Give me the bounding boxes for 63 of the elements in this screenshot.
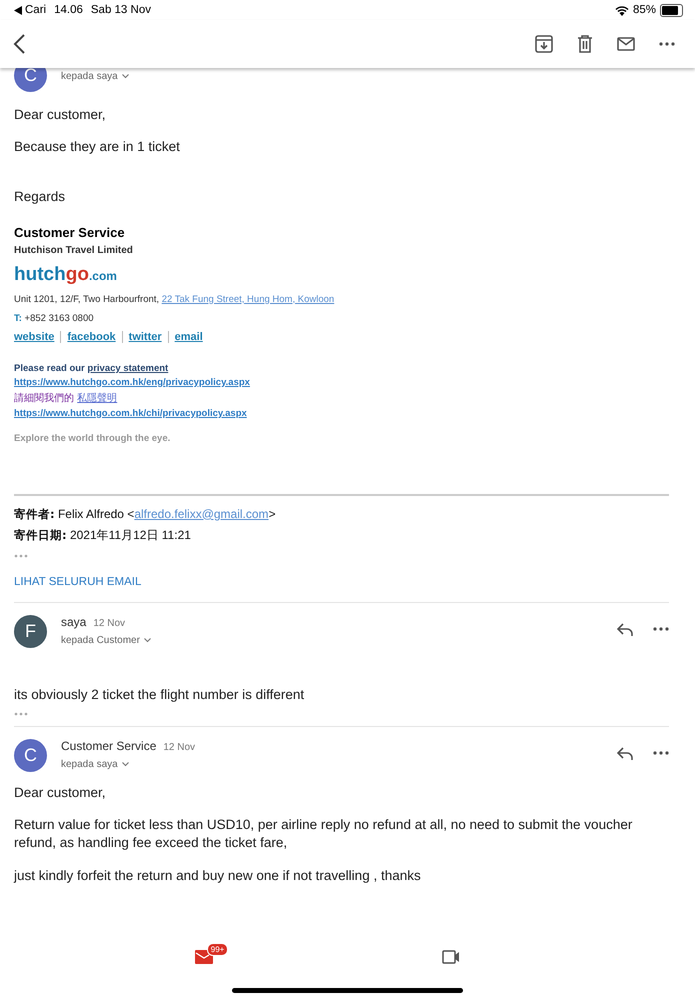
- battery-icon: [660, 4, 683, 16]
- more-icon[interactable]: [653, 751, 669, 756]
- recipient-toggle[interactable]: kepada Customer: [61, 634, 617, 646]
- status-time: 14.06: [54, 4, 83, 16]
- privacy-text: Please read our: [14, 362, 86, 374]
- social-link[interactable]: twitter: [128, 330, 162, 343]
- company-name: Hutchison Travel Limited: [14, 244, 134, 256]
- sender-name: Customer Service: [61, 738, 156, 753]
- address-link[interactable]: 22 Tak Fung Street, Hung Hom, Kowloon: [162, 294, 334, 305]
- privacy-url[interactable]: https://www.hutchgo.com.hk/eng/privacypolicy.aspx: [14, 376, 669, 388]
- sender-name: saya: [61, 614, 86, 629]
- chevron-down-icon[interactable]: [122, 762, 129, 767]
- privacy-url[interactable]: https://www.hutchgo.com.hk/chi/privacypolicy.aspx: [14, 408, 669, 419]
- mail-icon[interactable]: [194, 950, 213, 964]
- signature-name: Customer Service: [14, 224, 126, 240]
- phone-label: T:: [14, 312, 22, 324]
- battery-percent: 85%: [632, 4, 656, 16]
- reply-icon[interactable]: [617, 746, 633, 760]
- status-date: Sab 13 Nov: [90, 4, 151, 16]
- reply-icon[interactable]: [617, 622, 633, 636]
- back-icon[interactable]: [12, 34, 26, 54]
- archive-icon[interactable]: [535, 35, 553, 53]
- sent-date: 2021年11月12日 11:21: [68, 528, 191, 542]
- social-link[interactable]: email: [174, 330, 203, 343]
- chevron-down-icon[interactable]: [144, 638, 151, 643]
- sender-address-link[interactable]: alfredo.felixx@gmail.com: [134, 506, 269, 521]
- show-all-link[interactable]: LIHAT SELURUH EMAIL: [14, 576, 142, 602]
- avatar: C: [14, 738, 47, 772]
- body-text: its obviously 2 ticket the flight number is different: [14, 686, 306, 704]
- chevron-down-icon[interactable]: [122, 74, 129, 79]
- message-date: 12 Nov: [163, 742, 196, 753]
- tagline: Explore the world through the eye.: [14, 432, 172, 444]
- company-logo: hutchgo.com: [14, 264, 118, 286]
- social-link[interactable]: facebook: [67, 330, 116, 343]
- from-label: 寄件者:: [14, 506, 55, 521]
- back-triangle-icon[interactable]: [14, 6, 22, 14]
- privacy-link[interactable]: 私隱聲明: [77, 392, 118, 404]
- privacy-link[interactable]: privacy statement: [87, 362, 168, 374]
- date-label: 寄件日期:: [14, 528, 67, 542]
- from-name: Felix Alfredo <: [56, 506, 134, 521]
- recipient-toggle[interactable]: kepada saya: [61, 758, 617, 770]
- recipient-toggle[interactable]: kepada saya: [61, 71, 679, 82]
- body-text: Regards: [14, 188, 66, 206]
- wifi-icon: [614, 4, 629, 16]
- more-icon[interactable]: [653, 627, 669, 632]
- bracket-text: >: [268, 506, 276, 521]
- delete-icon[interactable]: [577, 35, 593, 53]
- social-link[interactable]: website: [14, 330, 54, 343]
- more-icon[interactable]: [659, 42, 675, 46]
- avatar: F: [14, 614, 47, 648]
- video-call-icon[interactable]: [442, 950, 460, 964]
- mail-icon[interactable]: [617, 37, 635, 51]
- privacy-text: 請細閱我們的: [14, 392, 75, 404]
- body-text: Dear customer,: [14, 784, 107, 802]
- body-text: Dear customer,: [14, 106, 107, 124]
- back-app-label[interactable]: Cari: [25, 4, 46, 16]
- unread-badge: 99+: [206, 943, 228, 956]
- body-text: just kindly forfeit the return and buy new one if not travelling , thanks: [14, 866, 422, 885]
- message-date: 12 Nov: [93, 618, 126, 629]
- body-text: Return value for ticket less than USD10, per airline reply no refund at all, no need to submit the voucher refund, as handling fee exceed the ticket fare,: [14, 816, 634, 852]
- body-text: Because they are in 1 ticket: [14, 138, 181, 156]
- address-text: Unit 1201, 12/F, Two Harbourfront,: [14, 294, 160, 305]
- phone-number: +852 3163 0800: [24, 312, 94, 324]
